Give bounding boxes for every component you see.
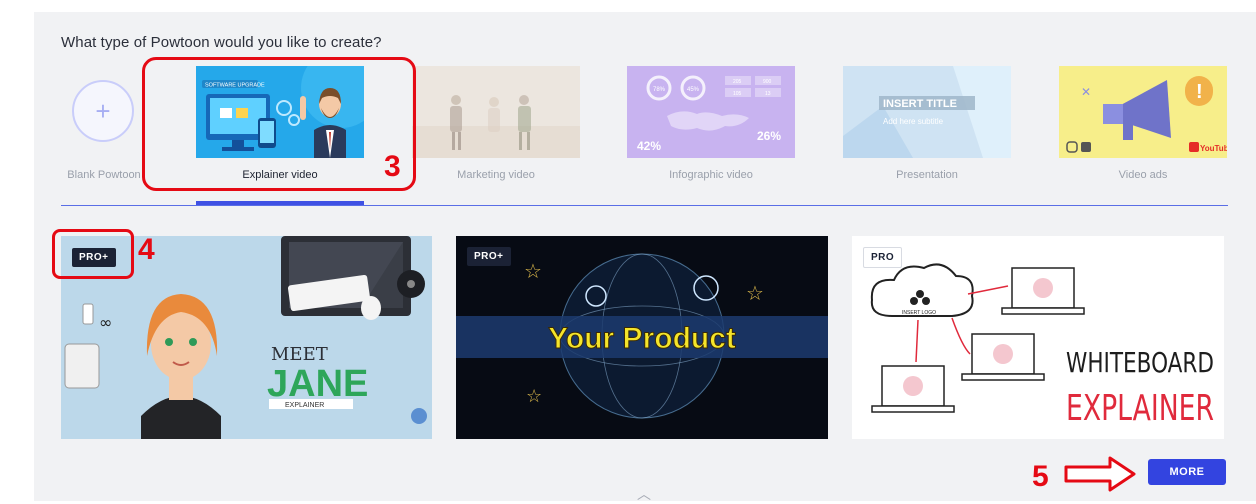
infographic-pct-left: 42%	[637, 139, 661, 153]
annotation-number-5: 5	[1032, 460, 1049, 493]
type-label-marketing: Marketing video	[457, 169, 535, 181]
jane-text: JANE	[267, 363, 368, 405]
svg-text:!: !	[1196, 81, 1203, 103]
type-label-presentation: Presentation	[896, 169, 958, 181]
type-label-infographic: Infographic video	[669, 169, 753, 181]
active-type-indicator	[196, 201, 364, 205]
type-label-video-ads: Video ads	[1118, 169, 1168, 181]
infographic-stat-2: 900	[763, 79, 772, 85]
infographic-pct-right: 26%	[757, 129, 781, 143]
your-product-headline: Your Product	[548, 322, 736, 355]
whiteboard-explainer-text: EXPLAINER	[1066, 388, 1214, 429]
question-heading: What type of Powtoon would you like to c…	[61, 34, 382, 51]
svg-text:✕: ✕	[1081, 85, 1091, 99]
presentation-title-text: INSERT TITLE	[883, 98, 957, 110]
marketing-thumbnail	[412, 66, 580, 158]
svg-text:☆: ☆	[524, 259, 542, 283]
template-card-your-product[interactable]: Your Product ☆ ☆ ☆ PRO+	[456, 236, 828, 439]
add-blank-icon[interactable]: +	[72, 80, 134, 142]
infographic-stat-3: 105	[733, 91, 742, 97]
svg-text:☆: ☆	[526, 386, 542, 407]
meet-text: MEET	[271, 344, 328, 365]
infographic-pct-2: 45%	[687, 87, 700, 93]
infographic-pct-1: 78%	[653, 87, 666, 93]
template-card-whiteboard[interactable]: INSERT LOGO WHITEBOARD EXPLAINER PRO	[852, 236, 1224, 439]
presentation-subtitle-text: Add here subtitle	[883, 117, 944, 126]
annotation-box-4	[52, 229, 134, 279]
type-label-blank: Blank Powtoon	[67, 169, 141, 181]
infographic-stat-1: 205	[733, 79, 742, 85]
chevron-up-icon[interactable]: ︿	[637, 484, 651, 504]
youtube-logo-text: YouTube	[1200, 144, 1227, 153]
svg-text:∞: ∞	[99, 313, 112, 332]
annotation-number-4: 4	[138, 233, 155, 266]
insert-logo-text: INSERT LOGO	[902, 310, 936, 316]
video-ads-thumbnail: ! ✕ YouTube	[1059, 66, 1227, 158]
more-button[interactable]: MORE	[1148, 459, 1226, 485]
annotation-arrow-icon	[1064, 456, 1136, 492]
pro-badge: PRO	[863, 247, 903, 268]
type-tabs-divider	[61, 205, 1228, 206]
presentation-thumbnail: INSERT TITLE Add here subtitle	[843, 66, 1011, 158]
annotation-box-3	[142, 57, 416, 191]
svg-text:☆: ☆	[746, 281, 764, 305]
annotation-number-3: 3	[384, 150, 401, 183]
whiteboard-text: WHITEBOARD	[1066, 346, 1214, 379]
explainer-text: EXPLAINER	[285, 402, 324, 409]
pro-plus-badge: PRO+	[467, 247, 511, 266]
infographic-stat-4: 13	[765, 91, 771, 97]
infographic-thumbnail: 78% 45% 205 900 105 13 42% 26%	[627, 66, 795, 158]
